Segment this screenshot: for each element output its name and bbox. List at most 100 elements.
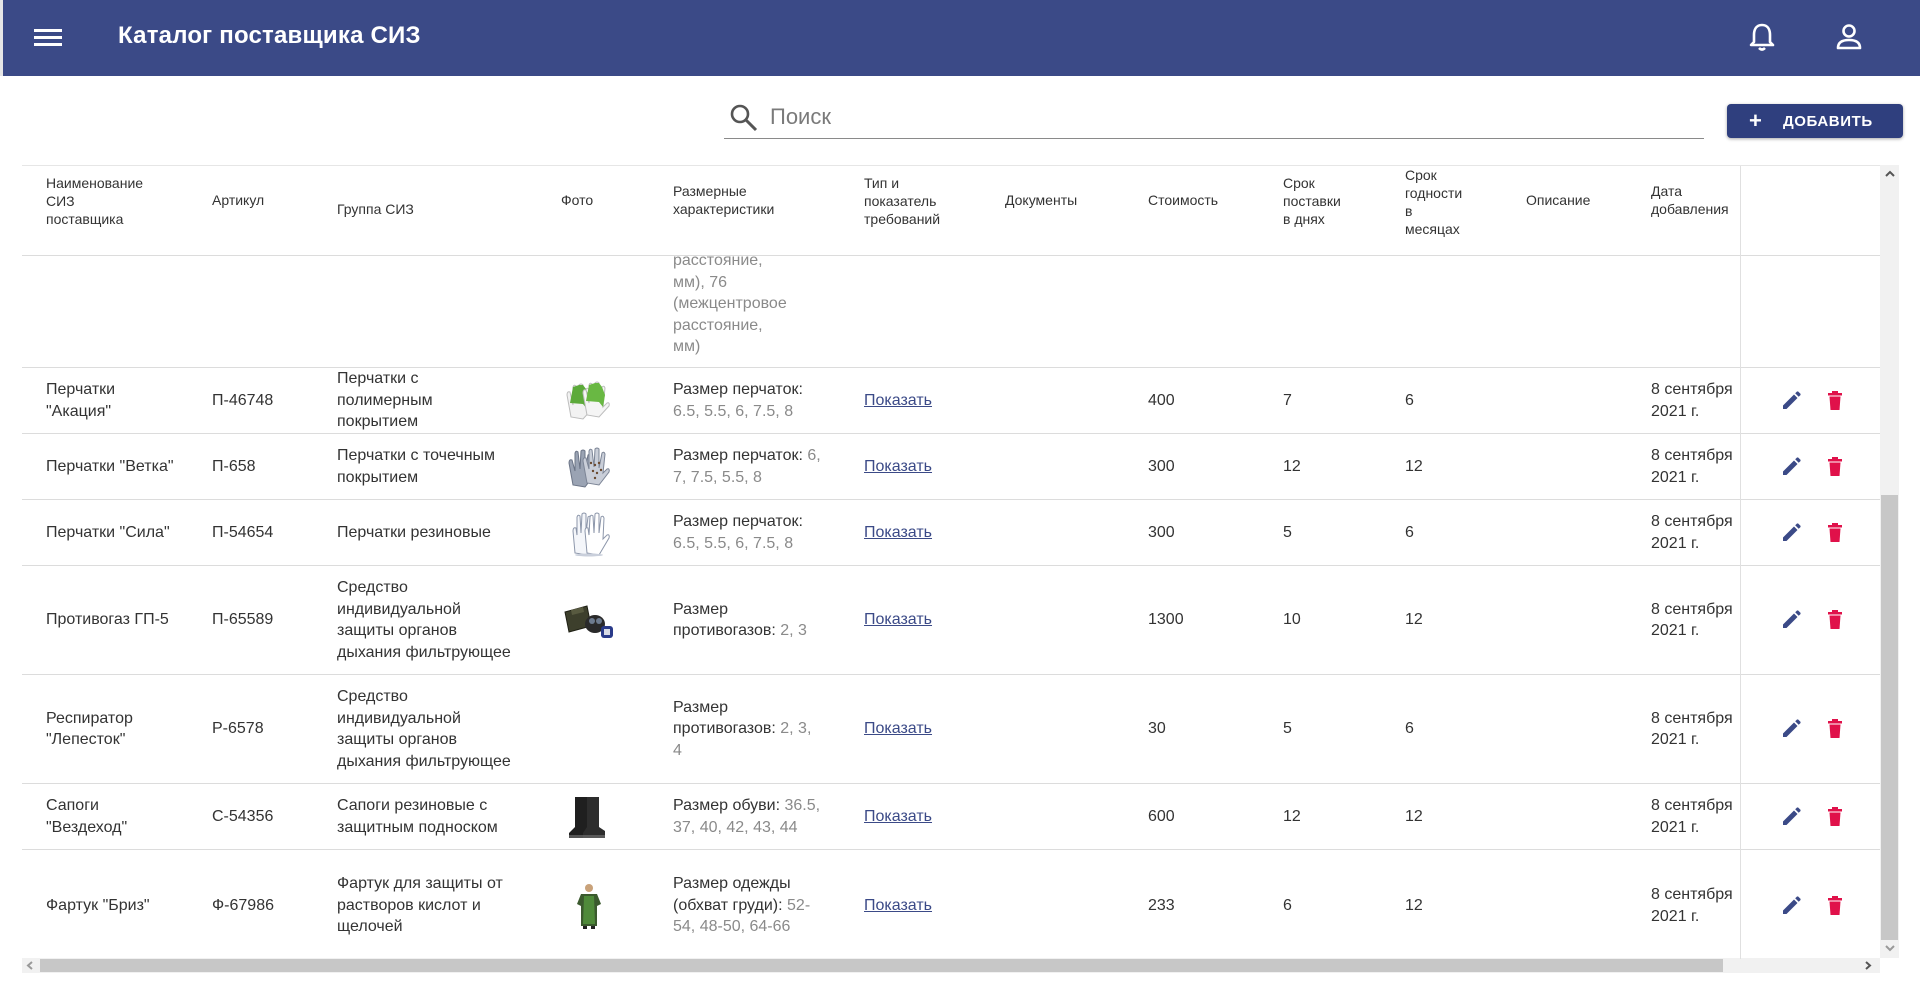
vertical-scrollbar[interactable] bbox=[1880, 165, 1899, 958]
item-shelf-life: 12 bbox=[1405, 807, 1423, 825]
scroll-left-icon[interactable] bbox=[24, 959, 36, 972]
notification-bell-icon[interactable] bbox=[1745, 20, 1779, 54]
item-group: Средство индивидуальной защиты органов д… bbox=[337, 688, 511, 770]
column-header-requirements[interactable]: Тип и показатель требований bbox=[864, 174, 984, 228]
show-requirements-link[interactable]: Показать bbox=[864, 456, 932, 478]
column-header-description[interactable]: Описание bbox=[1526, 191, 1636, 209]
item-date: 8 сентября 2021 г. bbox=[1651, 513, 1733, 552]
show-requirements-link[interactable]: Показать bbox=[864, 806, 932, 828]
catalog-table: Наименование СИЗ поставщика Артикул Груп… bbox=[22, 165, 1880, 959]
row-actions bbox=[1778, 566, 1848, 674]
table-row[interactable]: Фартук "Бриз" Ф-67986 Фартук для защиты от… bbox=[22, 850, 1880, 959]
horizontal-scroll-thumb[interactable] bbox=[40, 959, 1723, 972]
show-requirements-link[interactable]: Показать bbox=[864, 718, 932, 740]
add-button[interactable]: + ДОБАВИТЬ bbox=[1727, 104, 1903, 138]
cell-requirements[interactable]: Показать bbox=[864, 566, 984, 674]
cell-photo bbox=[561, 784, 641, 849]
cell-requirements[interactable]: Показать bbox=[864, 850, 984, 959]
size-cell-overflow: расстояние, мм), 76 (межцентровое рассто… bbox=[673, 252, 787, 355]
cell-date: 8 сентября 2021 г. bbox=[1651, 500, 1739, 565]
show-requirements-link[interactable]: Показать bbox=[864, 390, 932, 412]
edit-icon[interactable] bbox=[1778, 716, 1804, 742]
cell-sizes: Размер обуви: 36.5, 37, 40, 42, 43, 44 bbox=[673, 784, 823, 849]
show-requirements-link[interactable]: Показать bbox=[864, 609, 932, 631]
edit-icon[interactable] bbox=[1778, 520, 1804, 546]
cell-requirements[interactable]: Показать bbox=[864, 500, 984, 565]
delete-icon[interactable] bbox=[1822, 520, 1848, 546]
item-group: Перчатки резиновые bbox=[337, 523, 491, 541]
row-actions bbox=[1778, 368, 1848, 433]
delete-icon[interactable] bbox=[1822, 716, 1848, 742]
item-name: Сапоги "Вездеход" bbox=[46, 797, 128, 836]
column-header-date[interactable]: Дата добавления bbox=[1651, 182, 1739, 218]
delete-icon[interactable] bbox=[1822, 388, 1848, 414]
column-header-name[interactable]: Наименование СИЗ поставщика bbox=[46, 174, 186, 228]
size-label: Размер перчаток: bbox=[673, 447, 803, 464]
table-row[interactable]: Перчатки "Акация" П-46748 Перчатки с полим… bbox=[22, 368, 1880, 434]
edit-icon[interactable] bbox=[1778, 804, 1804, 830]
delete-icon[interactable] bbox=[1822, 893, 1848, 919]
item-article: С-54356 bbox=[212, 807, 274, 825]
cell-photo bbox=[561, 566, 641, 674]
column-header-group[interactable]: Группа СИЗ bbox=[337, 200, 497, 218]
table-row[interactable]: Сапоги "Вездеход" С-54356 Сапоги резиновые… bbox=[22, 784, 1880, 850]
column-header-documents[interactable]: Документы bbox=[1005, 191, 1125, 209]
item-price: 300 bbox=[1148, 523, 1175, 541]
vertical-scroll-thumb[interactable] bbox=[1881, 495, 1898, 940]
cell-requirements[interactable]: Показать bbox=[864, 368, 984, 433]
edit-icon[interactable] bbox=[1778, 607, 1804, 633]
edit-icon[interactable] bbox=[1778, 454, 1804, 480]
cell-requirements[interactable]: Показать bbox=[864, 434, 984, 499]
table-row[interactable]: Респиратор "Лепесток" Р-6578 Средство инди… bbox=[22, 675, 1880, 784]
table-row[interactable]: Перчатки "Сила" П-54654 Перчатки резиновые… bbox=[22, 500, 1880, 566]
plus-icon: + bbox=[1749, 108, 1763, 133]
size-values: 6.5, 5.5, 6, 7.5, 8 bbox=[673, 402, 794, 420]
cell-requirements[interactable]: Показать bbox=[864, 675, 984, 783]
gloves-green-icon bbox=[561, 377, 617, 425]
edit-icon[interactable] bbox=[1778, 388, 1804, 414]
show-requirements-link[interactable]: Показать bbox=[864, 522, 932, 544]
table-row[interactable]: Противогаз ГП-5 П-65589 Средство индивидуа… bbox=[22, 566, 1880, 675]
page-title: Каталог поставщика СИЗ bbox=[118, 22, 421, 49]
cell-shelf-life: 6 bbox=[1405, 500, 1505, 565]
cell-price: 400 bbox=[1148, 368, 1248, 433]
cell-price: 300 bbox=[1148, 500, 1248, 565]
column-header-shelf-life[interactable]: Срок годности в месяцах bbox=[1405, 166, 1505, 238]
item-article: Р-6578 bbox=[212, 720, 264, 738]
cell-delivery: 12 bbox=[1283, 434, 1383, 499]
delete-icon[interactable] bbox=[1822, 454, 1848, 480]
horizontal-scrollbar[interactable] bbox=[22, 958, 1880, 973]
user-account-icon[interactable] bbox=[1832, 20, 1866, 54]
cell-date: 8 сентября 2021 г. bbox=[1651, 368, 1739, 433]
scroll-up-icon[interactable] bbox=[1883, 167, 1897, 181]
item-group: Средство индивидуальной защиты органов д… bbox=[337, 579, 511, 661]
item-group: Перчатки с полимерным покрытием bbox=[337, 370, 433, 431]
apron-icon bbox=[561, 882, 617, 930]
column-header-article[interactable]: Артикул bbox=[212, 191, 312, 209]
column-header-price[interactable]: Стоимость bbox=[1148, 191, 1258, 209]
cell-article: П-65589 bbox=[212, 566, 322, 674]
column-header-delivery[interactable]: Срок поставки в днях bbox=[1283, 174, 1383, 228]
delete-icon[interactable] bbox=[1822, 607, 1848, 633]
table-row[interactable]: Перчатки "Ветка" П-658 Перчатки с точечным… bbox=[22, 434, 1880, 500]
menu-icon[interactable] bbox=[31, 22, 67, 52]
cell-photo bbox=[561, 368, 641, 433]
cell-photo bbox=[561, 434, 641, 499]
scroll-down-icon[interactable] bbox=[1883, 941, 1897, 955]
search-input[interactable] bbox=[768, 98, 1692, 136]
edit-icon[interactable] bbox=[1778, 893, 1804, 919]
delete-icon[interactable] bbox=[1822, 804, 1848, 830]
size-label: Размер одежды (обхват груди): bbox=[673, 875, 791, 914]
cell-photo bbox=[561, 850, 641, 959]
scroll-right-icon[interactable] bbox=[1862, 959, 1874, 972]
cell-requirements[interactable]: Показать bbox=[864, 784, 984, 849]
item-delivery-days: 12 bbox=[1283, 807, 1301, 825]
show-requirements-link[interactable]: Показать bbox=[864, 895, 932, 917]
column-header-photo[interactable]: Фото bbox=[561, 191, 641, 209]
table-header: Наименование СИЗ поставщика Артикул Груп… bbox=[22, 166, 1880, 256]
cell-shelf-life: 6 bbox=[1405, 368, 1505, 433]
column-header-sizes[interactable]: Размерные характеристики bbox=[673, 182, 813, 218]
cell-delivery: 10 bbox=[1283, 566, 1383, 674]
cell-article: Р-6578 bbox=[212, 675, 322, 783]
size-values: 2, 3 bbox=[780, 622, 807, 639]
